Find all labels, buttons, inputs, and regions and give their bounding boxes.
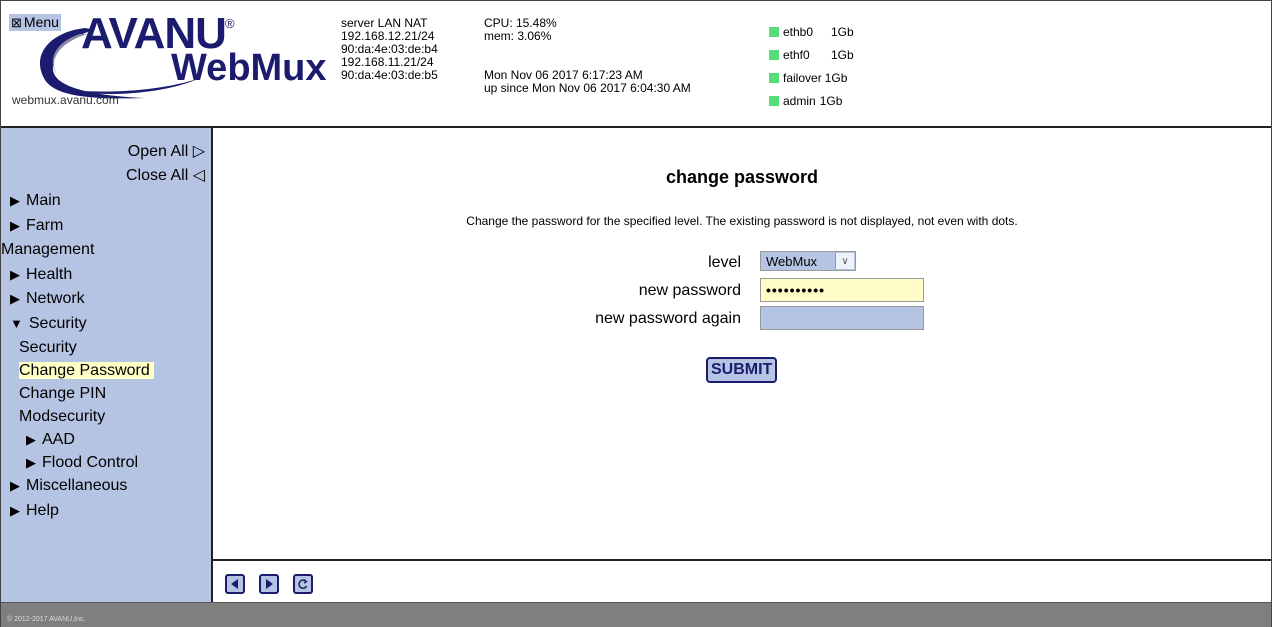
sidebar-item-network[interactable]: ▶ Network bbox=[10, 287, 210, 312]
expand-arrow-icon: ▶ bbox=[10, 291, 20, 306]
interface-name: ethb0 bbox=[783, 24, 814, 39]
server-info: server LAN NAT 192.168.12.21/24 90:da:4e… bbox=[341, 17, 438, 82]
new-password-label: new password bbox=[638, 282, 741, 299]
interface-name: failover bbox=[783, 70, 822, 85]
sidebar-subitem-modsecurity[interactable]: Modsecurity bbox=[10, 405, 210, 428]
link-up-icon bbox=[769, 95, 779, 106]
mem-usage: mem: 3.06% bbox=[484, 29, 552, 43]
open-all-link[interactable]: Open All ▷ bbox=[128, 141, 205, 161]
interface-speed: 1Gb bbox=[831, 47, 854, 62]
interface-status-list: ethb0 1Gb ethf0 1Gb failover 1Gb admin 1… bbox=[769, 20, 854, 112]
footer: © 2012-2017 AVANU,Inc. bbox=[1, 602, 1271, 627]
collapse-box-icon: ⊠ bbox=[11, 15, 22, 30]
page-title: change password bbox=[665, 167, 819, 187]
header: ⊠ Menu AVANU ® WebMux webmux.avanu.com se… bbox=[1, 1, 1271, 128]
sidebar-item-label: Modsecurity bbox=[19, 408, 106, 425]
interface-name: ethf0 bbox=[783, 47, 810, 62]
back-arrow-icon bbox=[231, 579, 238, 589]
refresh-button[interactable] bbox=[293, 574, 313, 594]
product-name: WebMux bbox=[171, 47, 327, 89]
sidebar-item-miscellaneous[interactable]: ▶ Miscellaneous bbox=[10, 474, 210, 499]
copyright-text: © 2012-2017 AVANU,Inc. bbox=[7, 616, 86, 623]
history-toolbar bbox=[213, 559, 1271, 604]
submit-button[interactable]: SUBMIT bbox=[706, 357, 778, 383]
new-password-field[interactable]: •••••••••• bbox=[760, 278, 924, 302]
sidebar-subitem-aad[interactable]: ▶ AAD bbox=[10, 428, 210, 451]
sidebar-item-label: Network bbox=[26, 290, 85, 307]
interface-speed: 1Gb bbox=[824, 70, 848, 85]
sidebar-item-label: Security bbox=[19, 339, 77, 356]
sidebar-item-label: AAD bbox=[42, 431, 75, 448]
sidebar-item-farm-management[interactable]: ▶ Farm Management bbox=[1, 214, 210, 263]
sidebar-item-health[interactable]: ▶ Health bbox=[10, 263, 210, 288]
interface-speed: 1Gb bbox=[819, 93, 843, 108]
chevron-down-icon: ∨ bbox=[835, 253, 854, 269]
app-frame: ⊠ Menu AVANU ® WebMux webmux.avanu.com se… bbox=[0, 0, 1272, 627]
sidebar-item-help[interactable]: ▶ Help bbox=[10, 499, 210, 524]
close-all-link[interactable]: Close All ◁ bbox=[126, 165, 205, 185]
site-url: webmux.avanu.com bbox=[12, 93, 119, 107]
sidebar-item-label: Health bbox=[26, 265, 73, 283]
collapse-arrow-icon: ▼ bbox=[10, 315, 23, 331]
level-select-value: WebMux bbox=[766, 253, 818, 269]
expand-arrow-icon: ▶ bbox=[10, 502, 20, 518]
sidebar-subitem-change-password[interactable]: Change Password bbox=[10, 359, 210, 382]
sidebar-nav: ▶ Main ▶ Farm Management ▶ Health ▶ Network ▼… bbox=[1, 189, 210, 524]
expand-arrow-icon: ▶ bbox=[10, 193, 20, 208]
interface-status: ethf0 1Gb bbox=[769, 43, 854, 66]
new-password-again-label: new password again bbox=[595, 310, 741, 327]
level-select[interactable]: WebMux ∨ bbox=[760, 251, 856, 271]
expand-arrow-icon: ▶ bbox=[10, 478, 20, 493]
main-content: change password Change the password for … bbox=[213, 128, 1271, 559]
sidebar-subitem-flood-control[interactable]: ▶ Flood Control bbox=[10, 451, 210, 474]
link-up-icon bbox=[769, 49, 779, 60]
refresh-icon bbox=[298, 579, 308, 589]
link-up-icon bbox=[769, 72, 779, 83]
sidebar-item-label: Miscellaneous bbox=[26, 477, 128, 494]
interface-status: failover 1Gb bbox=[769, 66, 854, 89]
interface-status: ethb0 1Gb bbox=[769, 20, 854, 43]
sidebar-item-label: Main bbox=[26, 192, 61, 209]
sidebar-item-label: Security bbox=[28, 314, 87, 332]
uptime: up since Mon Nov 06 2017 6:04:30 AM bbox=[484, 81, 691, 95]
back-button[interactable] bbox=[225, 574, 245, 594]
interface-speed: 1Gb bbox=[831, 24, 854, 39]
forward-button[interactable] bbox=[259, 574, 279, 594]
sidebar-item-label: Change PIN bbox=[19, 385, 107, 402]
sidebar-item-label: Change Password bbox=[19, 362, 154, 379]
interface-name: admin bbox=[783, 93, 816, 108]
interface-status: admin 1Gb bbox=[769, 89, 854, 112]
sidebar-item-label: Help bbox=[26, 501, 59, 519]
sidebar-item-main[interactable]: ▶ Main bbox=[10, 189, 210, 214]
expand-arrow-icon: ▶ bbox=[26, 455, 36, 470]
page-description: Change the password for the specified le… bbox=[466, 214, 1018, 228]
level-label: level bbox=[708, 254, 741, 271]
system-stats: CPU: 15.48% mem: 3.06% Mon Nov 06 2017 6… bbox=[484, 17, 691, 95]
sidebar-subitem-security[interactable]: Security bbox=[10, 336, 210, 359]
new-password-again-field[interactable] bbox=[760, 306, 924, 330]
forward-arrow-icon bbox=[266, 579, 273, 589]
sidebar: Open All ▷ Close All ◁ ▶ Main ▶ Farm Manage… bbox=[1, 128, 213, 602]
sidebar-item-label: Management bbox=[1, 241, 95, 258]
expand-arrow-icon: ▶ bbox=[10, 217, 20, 233]
sidebar-subitem-change-pin[interactable]: Change PIN bbox=[10, 382, 210, 405]
registered-mark: ® bbox=[225, 16, 235, 31]
sidebar-item-security[interactable]: ▼ Security bbox=[10, 312, 210, 337]
sidebar-item-label: Farm bbox=[26, 216, 64, 234]
sidebar-item-label: Flood Control bbox=[42, 454, 139, 471]
expand-arrow-icon: ▶ bbox=[10, 266, 20, 282]
expand-arrow-icon: ▶ bbox=[26, 432, 36, 447]
server-info-line: 90:da:4e:03:de:b5 bbox=[341, 68, 438, 82]
link-up-icon bbox=[769, 26, 779, 37]
